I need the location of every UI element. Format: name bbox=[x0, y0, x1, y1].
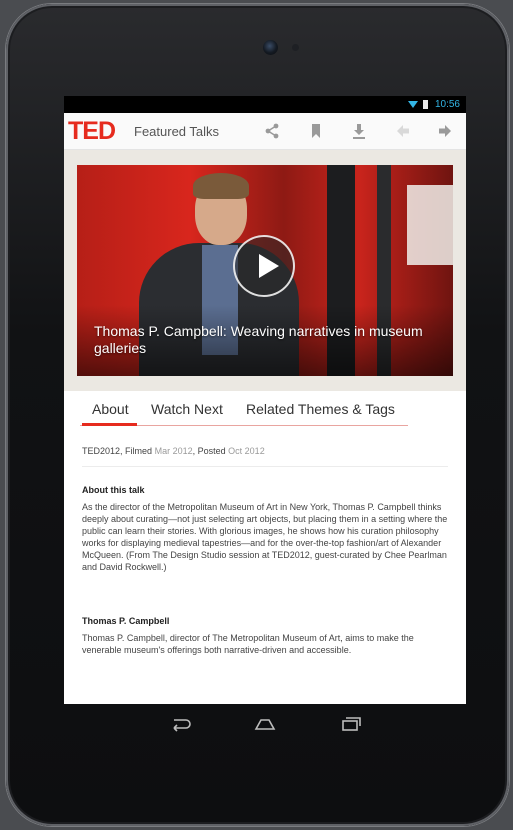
back-nav-icon[interactable] bbox=[166, 714, 192, 734]
speaker-heading: Thomas P. Campbell bbox=[82, 616, 170, 626]
back-arrow-icon[interactable] bbox=[394, 122, 412, 140]
light-sensor bbox=[292, 44, 299, 51]
status-time: 10:56 bbox=[434, 99, 460, 110]
wifi-icon bbox=[408, 101, 418, 108]
front-camera bbox=[263, 40, 278, 55]
section-title: Featured Talks bbox=[134, 124, 220, 139]
active-tab-indicator bbox=[82, 423, 137, 426]
event-name: TED2012 bbox=[82, 446, 121, 456]
tab-about[interactable]: About bbox=[92, 401, 129, 417]
divider bbox=[82, 466, 448, 467]
tab-related-themes-tags[interactable]: Related Themes & Tags bbox=[246, 401, 395, 417]
share-icon[interactable] bbox=[263, 122, 281, 140]
filmed-label: Filmed bbox=[125, 446, 153, 456]
recent-apps-icon[interactable] bbox=[338, 714, 364, 734]
tab-watch-next[interactable]: Watch Next bbox=[151, 401, 223, 417]
talk-meta: TED2012, Filmed Mar 2012, Posted Oct 201… bbox=[82, 446, 265, 456]
bookmark-icon[interactable] bbox=[307, 122, 325, 140]
screen: 10:56 TED Featured Talks Thomas P. Campb… bbox=[64, 96, 466, 704]
ted-logo[interactable]: TED bbox=[68, 117, 116, 145]
home-nav-icon[interactable] bbox=[252, 714, 278, 734]
video-area: Thomas P. Campbell: Weaving narratives i… bbox=[64, 150, 466, 391]
status-bar: 10:56 bbox=[64, 96, 466, 113]
navigation-bar bbox=[64, 704, 466, 744]
video-thumbnail[interactable]: Thomas P. Campbell: Weaving narratives i… bbox=[77, 165, 453, 376]
play-button[interactable] bbox=[233, 235, 295, 297]
posted-label: Posted bbox=[197, 446, 226, 456]
filmed-date: Mar 2012 bbox=[154, 446, 193, 456]
battery-icon bbox=[423, 100, 428, 109]
forward-arrow-icon[interactable] bbox=[436, 122, 454, 140]
about-heading: About this talk bbox=[82, 485, 145, 495]
video-title: Thomas P. Campbell: Weaving narratives i… bbox=[94, 323, 423, 356]
tab-bar: About Watch Next Related Themes & Tags bbox=[64, 392, 466, 432]
about-text: As the director of the Metropolitan Muse… bbox=[82, 502, 448, 572]
speaker-text: Thomas P. Campbell, director of The Metr… bbox=[82, 633, 414, 655]
posted-date: Oct 2012 bbox=[228, 446, 265, 456]
download-icon[interactable] bbox=[350, 122, 368, 140]
action-bar: TED Featured Talks bbox=[64, 113, 466, 150]
